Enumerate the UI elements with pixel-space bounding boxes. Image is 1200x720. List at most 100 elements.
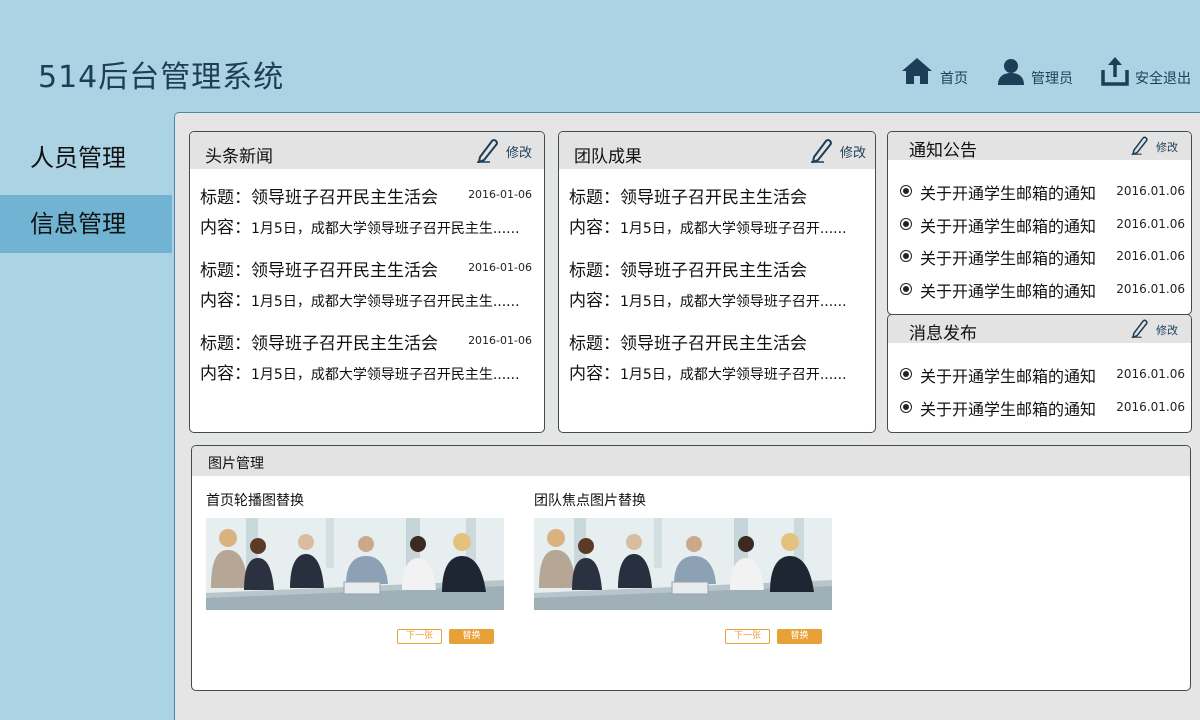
notice-text: 关于开通学生邮箱的通知 (920, 184, 1097, 203)
news-date: 2016-01-06 (468, 334, 532, 347)
panel-title: 通知公告 (909, 141, 977, 161)
nav-admin-label: 管理员 (1031, 71, 1073, 87)
radio-dot-icon (900, 217, 912, 230)
home-icon (902, 58, 932, 84)
list-item[interactable]: 标题：领导班子召开民主生活会 内容：1月5日，成都大学领导班子召开...... (569, 183, 867, 256)
nav-logout[interactable]: 安全退出 (1100, 56, 1200, 92)
notice-date: 2016.01.06 (1116, 249, 1185, 263)
panel-header: 团队成果 修改 (559, 132, 875, 169)
panel-header: 通知公告 修改 (888, 132, 1191, 161)
edit-button[interactable]: 修改 (1130, 318, 1188, 340)
sidebar-item-personnel[interactable]: 人员管理 (0, 129, 172, 187)
panel-title: 消息发布 (909, 324, 977, 344)
notice-text: 关于开通学生邮箱的通知 (920, 281, 1097, 301)
image-block-label: 首页轮播图替换 (206, 493, 304, 509)
notice-date: 2016.01.06 (1116, 281, 1185, 296)
sidebar-item-information[interactable]: 信息管理 (0, 195, 172, 253)
radio-dot-icon (900, 282, 912, 295)
content-key: 内容： (200, 218, 251, 238)
message-text: 关于开通学生邮箱的通知 (920, 399, 1097, 419)
content-key: 内容： (569, 291, 620, 311)
edit-label: 修改 (506, 146, 533, 161)
main-content: 头条新闻 修改 标题：领导班子召开民主生活会 2016-01-06 内容：1月5… (174, 112, 1200, 720)
list-item[interactable]: 标题：领导班子召开民主生活会 2016-01-06 内容：1月5日，成都大学领导… (200, 183, 536, 256)
message-date: 2016.01.06 (1116, 367, 1185, 381)
news-title: 领导班子召开民主生活会 (251, 261, 438, 281)
news-title: 领导班子召开民主生活会 (251, 188, 438, 208)
radio-dot-icon (900, 400, 912, 413)
edit-button[interactable]: 修改 (476, 137, 538, 165)
meeting-photo (206, 518, 504, 610)
next-image-button[interactable]: 下一张 (397, 629, 442, 644)
list-item[interactable]: 关于开通学生邮箱的通知 2016.01.06 (900, 398, 1185, 431)
image-block-label: 团队焦点图片替换 (534, 493, 646, 509)
message-date: 2016.01.06 (1116, 399, 1185, 414)
news-title: 领导班子召开民主生活会 (620, 188, 807, 208)
content-key: 内容： (569, 218, 620, 238)
radio-dot-icon (900, 250, 912, 262)
team-results-panel: 团队成果 修改 标题：领导班子召开民主生活会 内容：1月5日，成都大学领导班子召… (558, 131, 876, 433)
list-item[interactable]: 关于开通学生邮箱的通知 2016.01.06 (900, 247, 1185, 280)
headline-news-panel: 头条新闻 修改 标题：领导班子召开民主生活会 2016-01-06 内容：1月5… (189, 131, 545, 433)
image-management-panel: 图片管理 首页轮播图替换 下一张 替换 团队焦点图片替换 下一张 替换 (191, 445, 1191, 691)
pencil-icon (811, 139, 832, 163)
edit-button[interactable]: 修改 (810, 137, 872, 165)
nav-admin[interactable]: 管理员 (996, 56, 1081, 92)
notice-date: 2016.01.06 (1116, 184, 1185, 198)
message-text: 关于开通学生邮箱的通知 (920, 367, 1097, 386)
content-key: 内容： (200, 291, 251, 311)
radio-dot-icon (900, 368, 912, 380)
news-title: 领导班子召开民主生活会 (620, 334, 807, 354)
notices-panel: 通知公告 修改 关于开通学生邮箱的通知 2016.01.06 关于开通学生邮箱的… (887, 131, 1192, 315)
title-key: 标题： (200, 261, 251, 281)
message-list: 关于开通学生邮箱的通知 2016.01.06 关于开通学生邮箱的通知 2016.… (900, 365, 1185, 430)
title-key: 标题： (200, 334, 251, 354)
content-key: 内容： (569, 364, 620, 384)
content-key: 内容： (200, 364, 251, 384)
app-title: 514后台管理系统 (38, 60, 285, 95)
messages-panel: 消息发布 修改 关于开通学生邮箱的通知 2016.01.06 关于开通学生邮箱的… (887, 314, 1192, 433)
edit-label: 修改 (840, 146, 867, 161)
list-item[interactable]: 关于开通学生邮箱的通知 2016.01.06 (900, 365, 1185, 398)
panel-title: 头条新闻 (205, 147, 273, 167)
list-item[interactable]: 标题：领导班子召开民主生活会 2016-01-06 内容：1月5日，成都大学领导… (200, 329, 536, 402)
list-item[interactable]: 关于开通学生邮箱的通知 2016.01.06 (900, 280, 1185, 313)
panel-header: 图片管理 (192, 446, 1190, 476)
news-content: 1月5日，成都大学领导班子召开民主生...... (251, 294, 520, 310)
list-item[interactable]: 关于开通学生邮箱的通知 2016.01.06 (900, 215, 1185, 248)
news-content: 1月5日，成都大学领导班子召开民主生...... (251, 367, 520, 383)
edit-label: 修改 (1156, 141, 1178, 154)
title-key: 标题： (569, 334, 620, 354)
next-image-button[interactable]: 下一张 (725, 629, 770, 644)
list-item[interactable]: 标题：领导班子召开民主生活会 2016-01-06 内容：1月5日，成都大学领导… (200, 256, 536, 329)
news-content: 1月5日，成都大学领导班子召开...... (620, 367, 847, 383)
title-key: 标题： (569, 261, 620, 281)
edit-label: 修改 (1156, 324, 1178, 337)
notice-text: 关于开通学生邮箱的通知 (920, 249, 1097, 268)
panel-header: 消息发布 修改 (888, 315, 1191, 344)
replace-image-button[interactable]: 替换 (777, 629, 822, 644)
pencil-icon (477, 139, 498, 163)
notice-date: 2016.01.06 (1116, 216, 1185, 231)
nav-logout-label: 安全退出 (1135, 71, 1191, 87)
news-date: 2016-01-06 (468, 261, 532, 274)
panel-header: 头条新闻 修改 (190, 132, 544, 169)
list-item[interactable]: 标题：领导班子召开民主生活会 内容：1月5日，成都大学领导班子召开...... (569, 256, 867, 329)
meeting-photo (534, 518, 832, 610)
nav-home-label: 首页 (940, 71, 968, 87)
notice-text: 关于开通学生邮箱的通知 (920, 216, 1097, 236)
panel-title: 图片管理 (208, 456, 264, 472)
news-content: 1月5日，成都大学领导班子召开...... (620, 221, 847, 237)
list-item[interactable]: 标题：领导班子召开民主生活会 内容：1月5日，成都大学领导班子召开...... (569, 329, 867, 402)
pencil-icon (1131, 319, 1148, 338)
list-item[interactable]: 关于开通学生邮箱的通知 2016.01.06 (900, 182, 1185, 215)
news-title: 领导班子召开民主生活会 (620, 261, 807, 281)
replace-image-button[interactable]: 替换 (449, 629, 494, 644)
title-key: 标题： (200, 188, 251, 208)
news-list: 标题：领导班子召开民主生活会 内容：1月5日，成都大学领导班子召开...... … (569, 183, 867, 402)
pencil-icon (1131, 136, 1148, 155)
notice-list: 关于开通学生邮箱的通知 2016.01.06 关于开通学生邮箱的通知 2016.… (900, 182, 1185, 312)
edit-button[interactable]: 修改 (1130, 135, 1188, 157)
nav-home[interactable]: 首页 (900, 56, 972, 92)
title-key: 标题： (569, 188, 620, 208)
